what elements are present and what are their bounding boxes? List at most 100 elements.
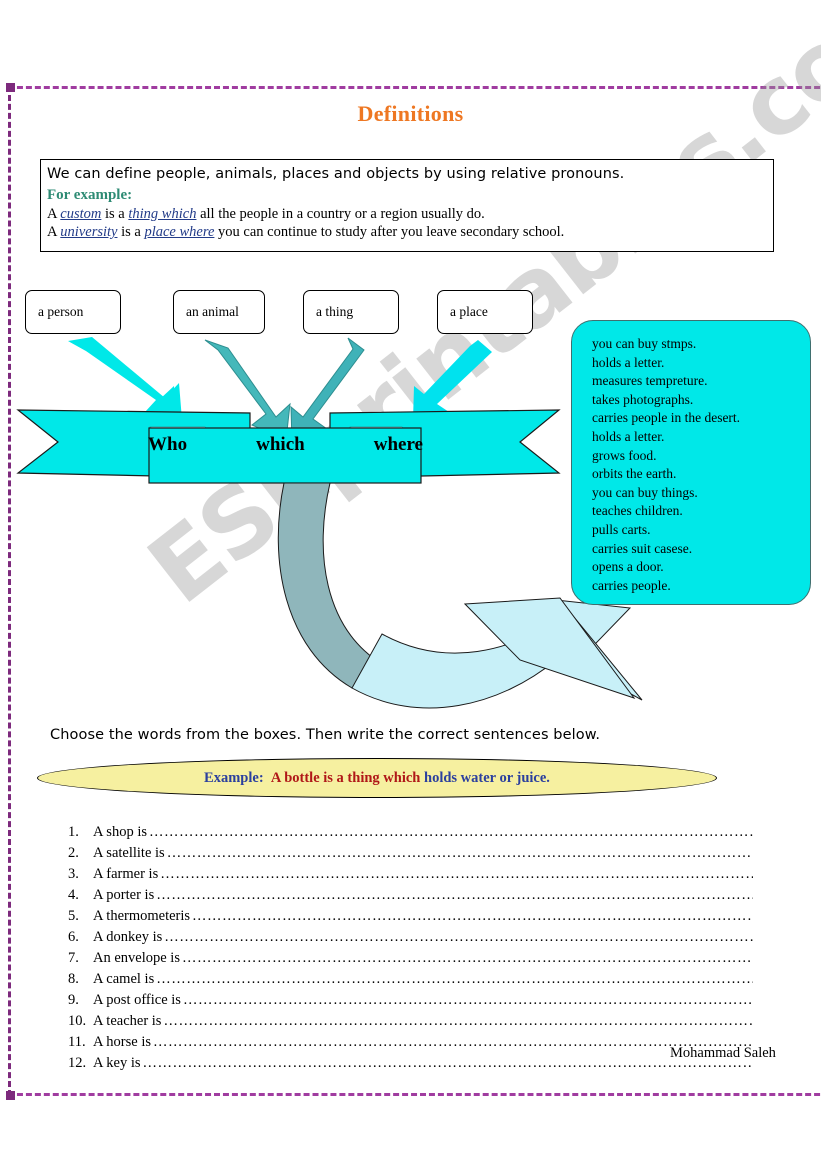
- arrow-thing-icon: [290, 337, 365, 444]
- example-sentence-1: A custom is a thing which all the people…: [47, 205, 773, 223]
- exercise-number: 8.: [68, 971, 79, 987]
- exercise-row[interactable]: 5. A thermometeris………………………………………………………………: [68, 906, 753, 927]
- exercise-prompt: A porter is: [93, 887, 155, 903]
- border-corner-dot-top: [6, 83, 15, 92]
- ribbon-word-where: where: [373, 434, 423, 455]
- answer-blank[interactable]: ……………………………………………………………………………………………………………: [149, 822, 753, 843]
- answer-blank[interactable]: ……………………………………………………………………………………………………………: [163, 1011, 753, 1032]
- phrase-item[interactable]: holds a letter.: [592, 354, 810, 373]
- exercise-prompt: A thermometeris: [93, 908, 191, 924]
- ex2-post: you can continue to study after you leav…: [214, 224, 565, 240]
- exercise-number: 11.: [68, 1034, 86, 1050]
- phrase-bank-box: you can buy stmps. holds a letter. measu…: [571, 320, 811, 605]
- exercise-number: 7.: [68, 950, 79, 966]
- arrow-person-icon: [68, 337, 182, 420]
- answer-blank[interactable]: ……………………………………………………………………………………………………………: [143, 1053, 753, 1074]
- phrase-item[interactable]: takes photographs.: [592, 391, 810, 410]
- arrow-animal-icon: [204, 339, 291, 441]
- ex2-mid: is a: [117, 224, 145, 240]
- exercise-prompt: A teacher is: [93, 1013, 162, 1029]
- ex2-keyword-1: university: [60, 224, 118, 240]
- intro-box: We can define people, animals, places an…: [40, 159, 774, 252]
- exercise-prompt: A camel is: [93, 971, 155, 987]
- phrase-item[interactable]: holds a letter.: [592, 428, 810, 447]
- task-instruction: Choose the words from the boxes. Then wr…: [50, 727, 601, 743]
- exercise-number: 4.: [68, 887, 79, 903]
- phrase-item[interactable]: opens a door.: [592, 558, 810, 577]
- phrase-item[interactable]: grows food.: [592, 447, 810, 466]
- exercise-list: 1. A shop is………………………………………………………………………………: [68, 822, 753, 1074]
- answer-blank[interactable]: ……………………………………………………………………………………………………………: [156, 969, 753, 990]
- exercise-row[interactable]: 8. A camel is……………………………………………………………………………: [68, 969, 753, 990]
- exercise-prompt: A farmer is: [93, 866, 159, 882]
- example-blue-part: holds water or juice.: [424, 769, 550, 786]
- phrase-item[interactable]: pulls carts.: [592, 521, 810, 540]
- exercise-row[interactable]: 7. An envelope is…………………………………………………………………: [68, 948, 753, 969]
- exercise-prompt: A horse is: [93, 1034, 151, 1050]
- exercise-row[interactable]: 9. A post office is……………………………………………………………: [68, 990, 753, 1011]
- category-box-thing[interactable]: a thing: [303, 290, 399, 334]
- exercise-number: 6.: [68, 929, 79, 945]
- exercise-row[interactable]: 3. A farmer is…………………………………………………………………………: [68, 864, 753, 885]
- phrase-item[interactable]: you can buy things.: [592, 484, 810, 503]
- phrase-item[interactable]: carries people in the desert.: [592, 409, 810, 428]
- example-sentence-2: A university is a place where you can co…: [47, 223, 773, 241]
- example-label: Example:: [204, 769, 264, 786]
- exercise-number: 12.: [68, 1055, 87, 1071]
- arrow-place-icon: [413, 340, 492, 420]
- answer-blank[interactable]: ……………………………………………………………………………………………………………: [183, 990, 753, 1011]
- ribbon-words: Who which where: [148, 434, 423, 456]
- phrase-item[interactable]: teaches children.: [592, 502, 810, 521]
- exercise-number: 10.: [68, 1013, 87, 1029]
- phrase-item[interactable]: measures tempreture.: [592, 372, 810, 391]
- exercise-row[interactable]: 2. A satellite is…………………………………………………………………: [68, 843, 753, 864]
- exercise-prompt: An envelope is: [93, 950, 180, 966]
- exercise-row[interactable]: 6. A donkey is…………………………………………………………………………: [68, 927, 753, 948]
- exercise-row[interactable]: 12. A key is………………………………………………………………………………: [68, 1053, 753, 1074]
- exercise-prompt: A post office is: [93, 992, 181, 1008]
- exercise-number: 9.: [68, 992, 79, 1008]
- worksheet-page: ESLprintables.com Definitions We can def…: [0, 0, 821, 1169]
- answer-blank[interactable]: ……………………………………………………………………………………………………………: [192, 906, 753, 927]
- exercise-row[interactable]: 11. A horse is…………………………………………………………………………: [68, 1032, 753, 1053]
- ex2-keyword-2: place where: [144, 224, 215, 240]
- category-box-place[interactable]: a place: [437, 290, 533, 334]
- author-credit: Mohammad Saleh: [670, 1045, 776, 1061]
- exercise-number: 1.: [68, 824, 79, 840]
- phrase-item[interactable]: carries people.: [592, 577, 810, 596]
- category-box-animal[interactable]: an animal: [173, 290, 265, 334]
- exercise-number: 5.: [68, 908, 79, 924]
- ex1-keyword-1: custom: [60, 206, 102, 222]
- example-ellipse: Example: A bottle is a thing which holds…: [37, 758, 717, 798]
- phrase-item[interactable]: orbits the earth.: [592, 465, 810, 484]
- ex1-pre: A: [47, 206, 61, 222]
- exercise-prompt: A donkey is: [93, 929, 163, 945]
- example-ellipse-text: Example: A bottle is a thing which holds…: [204, 770, 550, 787]
- border-corner-dot-bottom: [6, 1091, 15, 1100]
- exercise-number: 3.: [68, 866, 79, 882]
- answer-blank[interactable]: ……………………………………………………………………………………………………………: [167, 843, 753, 864]
- answer-blank[interactable]: ……………………………………………………………………………………………………………: [160, 864, 753, 885]
- exercise-prompt: A satellite is: [93, 845, 165, 861]
- ex1-mid: is a: [101, 206, 129, 222]
- category-box-person[interactable]: a person: [25, 290, 121, 334]
- page-title: Definitions: [357, 101, 464, 126]
- exercise-row[interactable]: 4. A porter is…………………………………………………………………………: [68, 885, 753, 906]
- answer-blank[interactable]: ……………………………………………………………………………………………………………: [182, 948, 753, 969]
- exercise-prompt: A shop is: [93, 824, 147, 840]
- phrase-item[interactable]: you can buy stmps.: [592, 335, 810, 354]
- answer-blank[interactable]: ……………………………………………………………………………………………………………: [156, 885, 753, 906]
- phrase-item[interactable]: carries suit casese.: [592, 540, 810, 559]
- intro-line: We can define people, animals, places an…: [47, 166, 625, 182]
- for-example-label: For example:: [47, 187, 133, 203]
- ex1-post: all the people in a country or a region …: [196, 206, 485, 222]
- ex1-keyword-2: thing which: [128, 206, 197, 222]
- exercise-row[interactable]: 10. A teacher is……………………………………………………………………: [68, 1011, 753, 1032]
- answer-blank[interactable]: ……………………………………………………………………………………………………………: [153, 1032, 753, 1053]
- exercise-prompt: A key is: [93, 1055, 141, 1071]
- answer-blank[interactable]: ……………………………………………………………………………………………………………: [164, 927, 753, 948]
- ribbon-word-which: which: [256, 434, 305, 455]
- ex2-pre: A: [47, 224, 61, 240]
- exercise-number: 2.: [68, 845, 79, 861]
- exercise-row[interactable]: 1. A shop is………………………………………………………………………………: [68, 822, 753, 843]
